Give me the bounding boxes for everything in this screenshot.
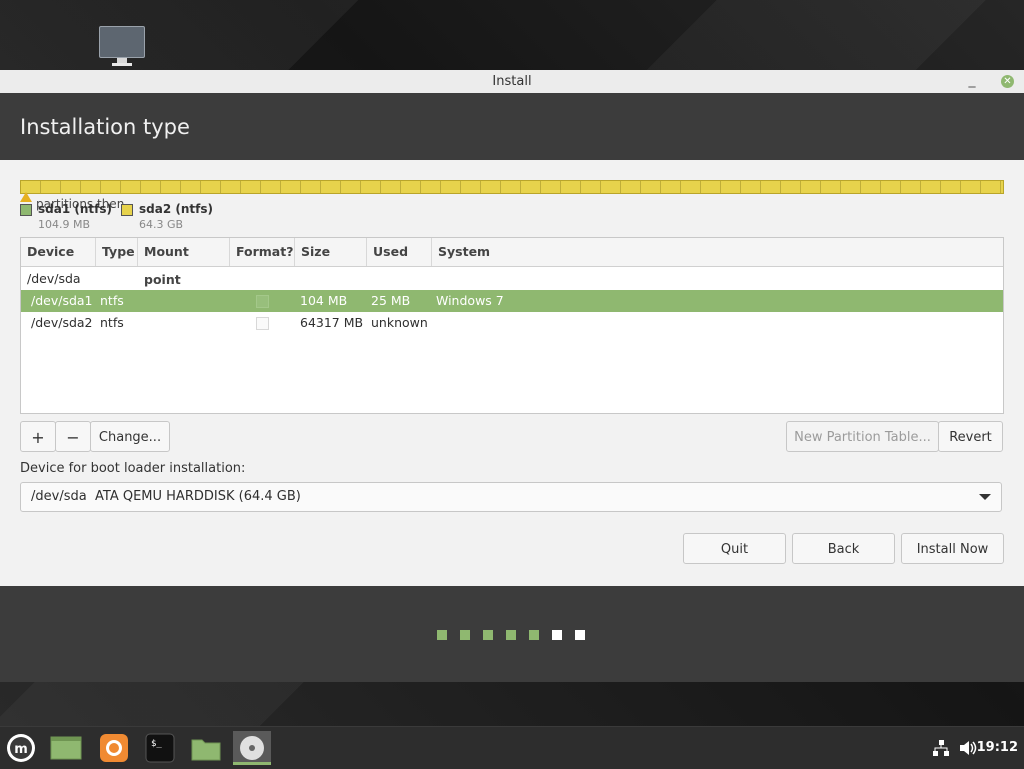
- panel-clock[interactable]: 19:12: [977, 727, 1018, 769]
- column-mount-point[interactable]: Mount point: [138, 238, 230, 287]
- svg-text:$_: $_: [151, 739, 162, 749]
- row-device: /dev/sda2: [31, 315, 93, 330]
- file-manager-icon[interactable]: [189, 731, 223, 765]
- table-row-disk[interactable]: /dev/sda: [21, 268, 1003, 290]
- close-icon[interactable]: ✕: [1001, 75, 1014, 88]
- boot-device-select[interactable]: /dev/sda ATA QEMU HARDDISK (64.4 GB): [20, 482, 1002, 512]
- legend-size: 104.9 MB: [38, 218, 91, 231]
- progress-footer: [0, 586, 1024, 682]
- row-type: ntfs: [100, 315, 124, 330]
- taskbar: m $_ 19:12: [0, 726, 1024, 769]
- network-icon[interactable]: [932, 739, 950, 761]
- page-header: Installation type: [0, 93, 1024, 160]
- legend-size: 64.3 GB: [139, 218, 184, 231]
- new-partition-table-button[interactable]: New Partition Table...: [786, 421, 939, 452]
- add-partition-button[interactable]: +: [20, 421, 56, 452]
- main-content: partitions then sda1 (ntfs) 104.9 MB sda…: [0, 160, 1024, 586]
- revert-button[interactable]: Revert: [938, 421, 1003, 452]
- legend-swatch: [20, 204, 32, 216]
- disk-device: /dev/sda: [27, 271, 81, 286]
- chevron-down-icon: [979, 494, 991, 500]
- row-used: 25 MB: [371, 293, 411, 308]
- legend-name: sda2 (ntfs): [139, 202, 213, 216]
- legend-name: sda1 (ntfs): [38, 202, 112, 216]
- table-header: Device Type Mount point Format? Size Use…: [21, 238, 1003, 287]
- quit-button[interactable]: Quit: [683, 533, 786, 564]
- step-dot: [460, 630, 470, 640]
- remove-partition-button[interactable]: −: [55, 421, 91, 452]
- table-row[interactable]: /dev/sda1 ntfs 104 MB 25 MB Windows 7: [21, 290, 1003, 312]
- installer-disc-icon[interactable]: [233, 731, 271, 765]
- svg-text:m: m: [14, 742, 28, 757]
- row-type: ntfs: [100, 293, 124, 308]
- install-now-button[interactable]: Install Now: [901, 533, 1004, 564]
- computer-desktop-icon[interactable]: [99, 26, 145, 66]
- row-size: 104 MB: [300, 293, 348, 308]
- installer-window: Install _ ✕ Installation type partitions…: [0, 70, 1024, 682]
- boot-device-model: ATA QEMU HARDDISK (64.4 GB): [95, 489, 301, 504]
- step-dot: [529, 630, 539, 640]
- table-row[interactable]: /dev/sda2 ntfs 64317 MB unknown: [21, 312, 1003, 334]
- row-size: 64317 MB: [300, 315, 364, 330]
- column-type[interactable]: Type: [96, 238, 138, 266]
- column-device[interactable]: Device: [21, 238, 96, 266]
- volume-icon[interactable]: [958, 739, 978, 761]
- page-title: Installation type: [20, 115, 190, 139]
- boot-loader-label: Device for boot loader installation:: [20, 461, 246, 476]
- warning-icon: [20, 192, 32, 202]
- step-dot: [575, 630, 585, 640]
- window-titlebar[interactable]: Install _ ✕: [0, 70, 1024, 94]
- step-dot: [506, 630, 516, 640]
- step-dot: [552, 630, 562, 640]
- column-system[interactable]: System: [432, 238, 1003, 266]
- back-button[interactable]: Back: [792, 533, 895, 564]
- window-title: Install: [492, 74, 532, 89]
- format-checkbox[interactable]: [256, 317, 269, 330]
- row-device: /dev/sda1: [31, 293, 93, 308]
- format-checkbox[interactable]: [256, 295, 269, 308]
- partition-bar: [20, 180, 1004, 194]
- row-used: unknown: [371, 315, 428, 330]
- firefox-icon[interactable]: [97, 731, 131, 765]
- menu-icon[interactable]: m: [4, 731, 38, 765]
- column-used[interactable]: Used: [367, 238, 432, 266]
- change-partition-button[interactable]: Change...: [90, 421, 170, 452]
- column-format[interactable]: Format?: [230, 238, 295, 266]
- step-dot: [437, 630, 447, 640]
- show-desktop-icon[interactable]: [49, 731, 83, 765]
- row-system: Windows 7: [436, 293, 504, 308]
- step-dot: [483, 630, 493, 640]
- legend-swatch: [121, 204, 133, 216]
- partition-table[interactable]: Device Type Mount point Format? Size Use…: [20, 237, 1004, 414]
- column-size[interactable]: Size: [295, 238, 367, 266]
- boot-device-path: /dev/sda: [31, 489, 87, 504]
- terminal-icon[interactable]: $_: [143, 731, 177, 765]
- minimize-icon[interactable]: _: [964, 70, 980, 93]
